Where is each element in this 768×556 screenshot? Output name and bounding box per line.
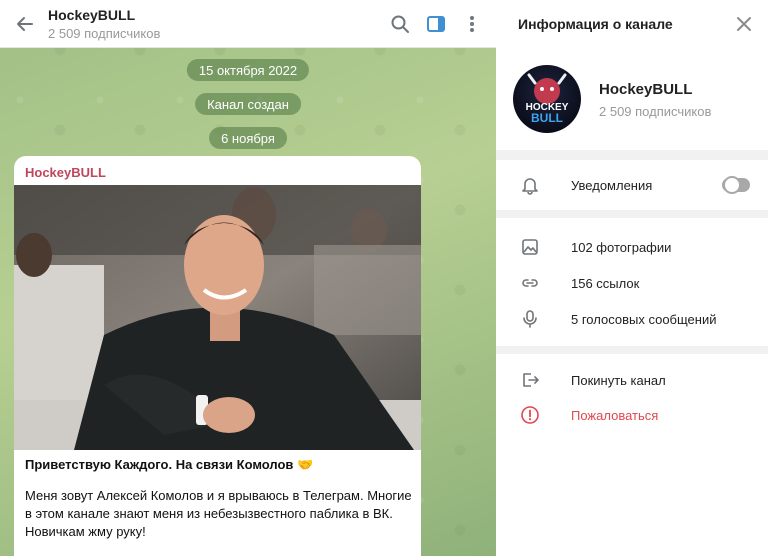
chat-title[interactable]: HockeyBULL <box>48 7 135 23</box>
photo-icon <box>522 239 538 255</box>
post-body: Меня зовут Алексей Комолов и я врываюсь … <box>25 488 412 539</box>
more-button[interactable] <box>460 12 484 36</box>
report-row[interactable]: Пожаловаться <box>496 397 768 433</box>
media-voice-row[interactable]: 5 голосовых сообщений <box>496 301 768 337</box>
leave-channel-label: Покинуть канал <box>571 372 666 388</box>
link-icon-wrap <box>518 271 542 295</box>
channel-profile: HOCKEY BULL HockeyBULL 2 509 подписчиков <box>496 48 768 150</box>
logout-icon <box>523 373 539 387</box>
back-button[interactable] <box>12 12 38 36</box>
media-links-row[interactable]: 156 ссылок <box>496 265 768 301</box>
close-icon <box>737 17 751 31</box>
channel-avatar[interactable]: HOCKEY BULL <box>513 65 581 133</box>
chat-header: HockeyBULL 2 509 подписчиков <box>0 0 496 48</box>
media-links-label: 156 ссылок <box>571 275 640 291</box>
bell-icon-wrap <box>518 173 542 197</box>
media-photos-label: 102 фотографии <box>571 239 672 255</box>
post-photo[interactable] <box>14 185 421 450</box>
info-header: Информация о канале <box>496 0 768 48</box>
channel-name: HockeyBULL <box>599 81 693 98</box>
man-photo <box>14 185 421 450</box>
media-section: 102 фотографии 156 ссылок 5 голосовых со… <box>496 218 768 346</box>
channel-subscribers: 2 509 подписчиков <box>599 104 712 119</box>
sidebar-toggle-button[interactable] <box>424 12 448 36</box>
info-title: Информация о канале <box>518 16 673 32</box>
chat-area: HockeyBULL 2 509 подписчиков 15 октября … <box>0 0 496 556</box>
more-vertical-icon <box>470 16 474 32</box>
post-author[interactable]: HockeyBULL <box>25 165 106 180</box>
microphone-icon <box>523 310 537 328</box>
search-icon <box>391 15 409 33</box>
logout-icon-wrap <box>518 368 542 392</box>
notifications-toggle[interactable] <box>722 176 750 194</box>
notifications-label: Уведомления <box>571 177 653 193</box>
media-voice-label: 5 голосовых сообщений <box>571 311 717 327</box>
link-icon <box>522 279 538 287</box>
date-pill: 6 ноября <box>209 127 287 149</box>
photo-icon-wrap <box>518 235 542 259</box>
report-icon <box>521 406 539 424</box>
report-icon-wrap <box>518 403 542 427</box>
hockeybull-logo: HOCKEY BULL <box>526 73 569 125</box>
close-button[interactable] <box>732 12 756 36</box>
notifications-row[interactable]: Уведомления <box>496 167 768 203</box>
back-arrow-icon <box>17 17 33 31</box>
leave-channel-row[interactable]: Покинуть канал <box>496 362 768 398</box>
date-pill: 15 октября 2022 <box>186 59 310 81</box>
media-photos-row[interactable]: 102 фотографии <box>496 229 768 265</box>
microphone-icon-wrap <box>518 307 542 331</box>
chat-subscribers: 2 509 подписчиков <box>48 26 161 41</box>
service-message: Канал создан <box>195 93 301 115</box>
channel-post[interactable]: HockeyBULL Приветствую Каждого. На связи… <box>14 156 421 556</box>
channel-info-panel: Информация о канале HOCKEY BULL HockeyBU… <box>496 0 768 556</box>
header-actions <box>388 12 484 36</box>
bell-icon <box>522 178 538 195</box>
svg-text:BULL: BULL <box>531 111 563 125</box>
post-headline: Приветствую Каждого. На связи Комолов 🤝 <box>25 457 314 472</box>
sidebar-toggle-icon <box>427 16 445 32</box>
actions-section: Покинуть канал Пожаловаться <box>496 354 768 556</box>
search-button[interactable] <box>388 12 412 36</box>
report-label: Пожаловаться <box>571 407 659 423</box>
notifications-section: Уведомления <box>496 160 768 210</box>
